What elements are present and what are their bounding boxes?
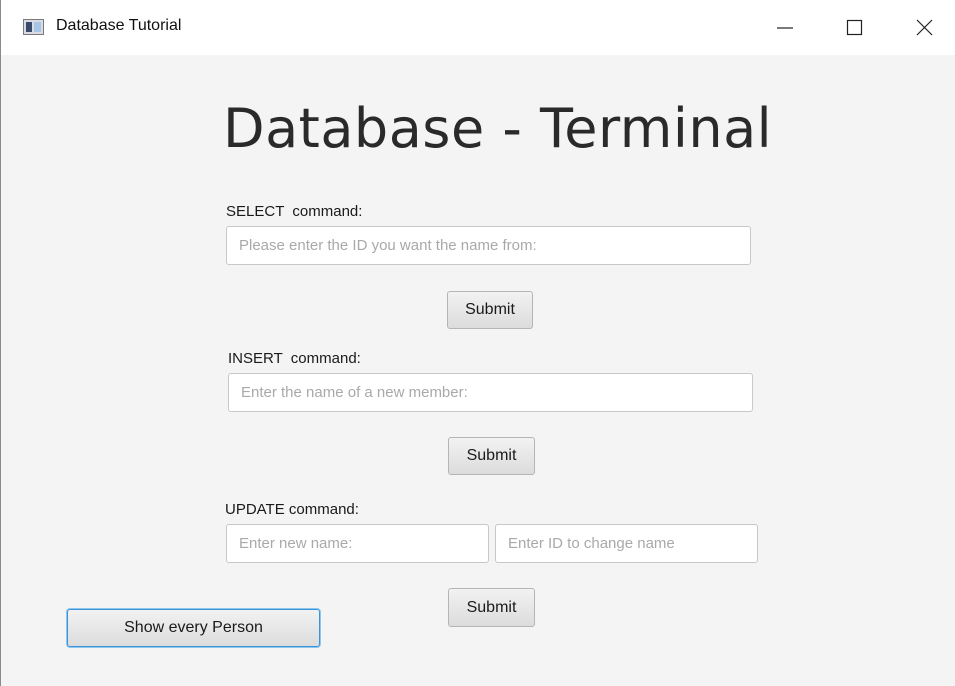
maximize-button[interactable] [839,14,869,42]
app-window: Database Tutorial Database - Terminal SE… [0,0,955,686]
select-id-input[interactable] [226,226,751,265]
minimize-icon [777,27,793,29]
maximize-icon [846,19,863,36]
app-icon [23,19,44,35]
insert-submit-button[interactable]: Submit [448,437,535,475]
update-submit-button[interactable]: Submit [448,588,535,627]
select-submit-button[interactable]: Submit [447,291,533,329]
show-every-person-button[interactable]: Show every Person [67,609,320,647]
page-title: Database - Terminal [223,97,773,160]
select-command-label: SELECT command: [226,203,363,220]
title-bar[interactable]: Database Tutorial [1,0,955,55]
main-content: Database - Terminal SELECT command: Subm… [1,55,955,686]
close-button[interactable] [909,14,939,42]
update-command-label: UPDATE command: [225,501,359,518]
minimize-button[interactable] [771,14,801,42]
update-name-input[interactable] [226,524,489,563]
insert-command-label: INSERT command: [228,350,361,367]
close-icon [916,19,933,36]
insert-name-input[interactable] [228,373,753,412]
update-id-input[interactable] [495,524,758,563]
window-title: Database Tutorial [56,17,182,34]
